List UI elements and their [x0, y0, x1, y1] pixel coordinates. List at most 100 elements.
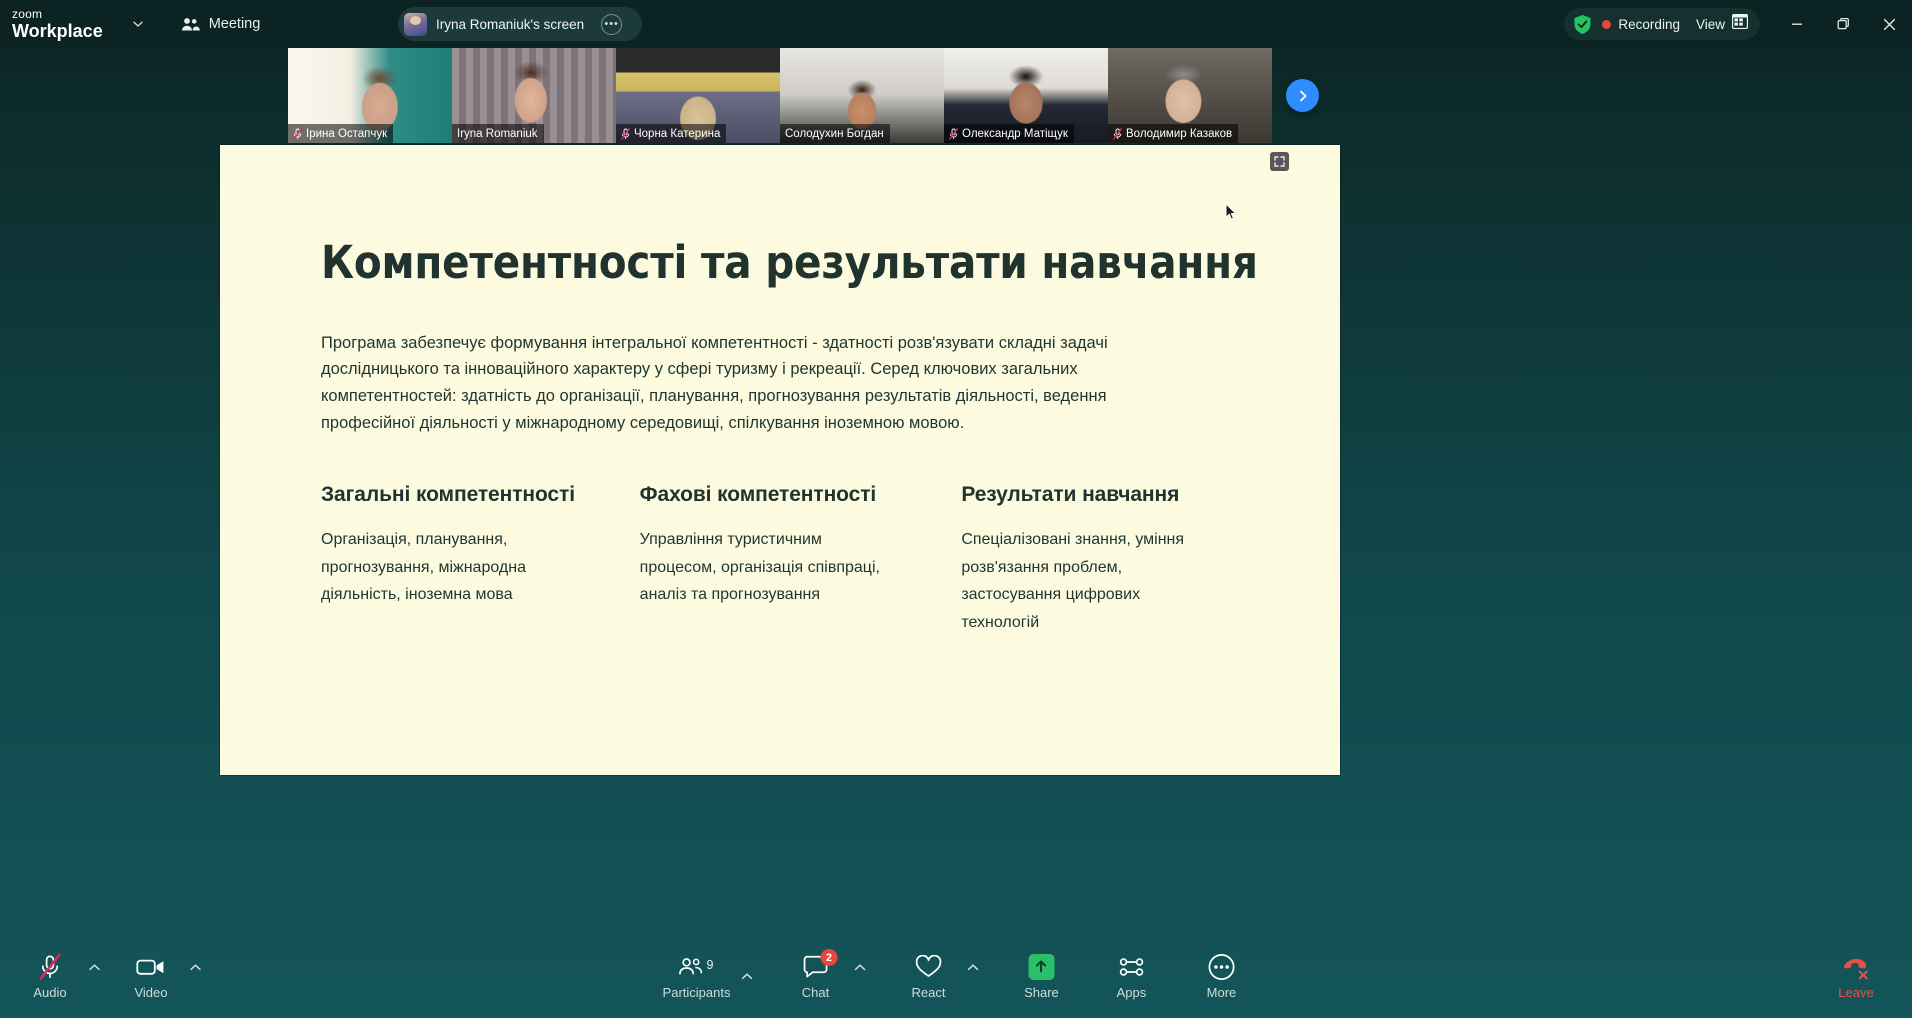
- chevron-down-icon[interactable]: [131, 17, 145, 31]
- camera-icon: [136, 953, 166, 981]
- participant-name-text: Олександр Матіщук: [962, 127, 1068, 140]
- avatar: [404, 12, 427, 36]
- more-button[interactable]: More: [1193, 953, 1249, 1000]
- chat-button[interactable]: 2 Chat: [787, 949, 843, 1000]
- presentation-slide: Компетентності та результати навчання Пр…: [321, 238, 1280, 636]
- view-button[interactable]: View: [1695, 13, 1749, 34]
- video-button[interactable]: Video: [123, 953, 179, 1000]
- minimize-icon[interactable]: [1774, 0, 1820, 48]
- participant-tile[interactable]: Олександр Матіщук: [944, 48, 1108, 143]
- slide-column-heading: Результати навчання: [961, 483, 1180, 507]
- participants-label: Participants: [662, 985, 731, 1000]
- audio-label: Audio: [33, 985, 67, 1000]
- toolbar-right-group: Leave: [1828, 935, 1884, 1018]
- svg-text:9: 9: [706, 958, 713, 972]
- brand-workplace-text: Workplace: [12, 21, 103, 41]
- zoom-meeting-window: zoom Workplace Meeting Iryna Romaniuk's …: [0, 0, 1912, 1018]
- participant-name-text: Солодухин Богдан: [785, 127, 884, 140]
- meeting-tab[interactable]: Meeting: [181, 16, 261, 32]
- participant-video-strip: Ірина Остапчук Iryna Romaniuk Чорна Катери…: [288, 48, 1272, 143]
- security-shield-icon[interactable]: [1573, 14, 1592, 35]
- participants-options-chevron-up-icon[interactable]: [740, 972, 753, 984]
- recording-indicator[interactable]: Recording: [1602, 17, 1680, 32]
- participant-name-label: Ірина Остапчук: [288, 124, 394, 143]
- participant-name-text: Чорна Катерина: [634, 127, 721, 140]
- more-dots-icon: [1207, 953, 1235, 981]
- react-button[interactable]: React: [900, 953, 956, 1000]
- shared-screen-content: Компетентності та результати навчання Пр…: [220, 145, 1340, 775]
- more-label: More: [1206, 985, 1237, 1000]
- titlebar-right-controls: Recording View: [1564, 0, 1912, 48]
- apps-button[interactable]: Apps: [1103, 953, 1159, 1000]
- audio-button[interactable]: Audio: [22, 953, 78, 1000]
- participant-tile[interactable]: Iryna Romaniuk: [452, 48, 616, 143]
- slide-column: Результати навчання Спеціалізовані знання…: [961, 483, 1280, 636]
- zoom-workplace-logo: zoom Workplace: [12, 8, 103, 40]
- slide-column-text: Спеціалізовані знання, уміння розв'язанн…: [961, 531, 1185, 631]
- video-options-chevron-up-icon[interactable]: [189, 963, 202, 975]
- participant-name-label: Iryna Romaniuk: [452, 124, 544, 143]
- microphone-muted-icon: [621, 127, 630, 140]
- participant-name-label: Солодухин Богдан: [780, 124, 890, 143]
- react-options-chevron-up-icon[interactable]: [966, 963, 979, 975]
- chat-unread-badge: 2: [820, 949, 838, 966]
- participant-name-label: Володимир Казаков: [1108, 124, 1239, 143]
- layout-grid-icon: [1731, 13, 1749, 34]
- exit-fullscreen-icon[interactable]: [1270, 152, 1289, 171]
- leave-meeting-icon: [1842, 953, 1870, 981]
- title-bar: zoom Workplace Meeting Iryna Romaniuk's …: [0, 0, 1912, 48]
- audio-options-chevron-up-icon[interactable]: [88, 963, 101, 975]
- participant-name-label: Чорна Катерина: [616, 124, 727, 143]
- leave-button[interactable]: Leave: [1828, 953, 1884, 1000]
- heart-icon: [914, 953, 942, 981]
- slide-title: Компетентності та результати навчання: [321, 236, 1258, 289]
- shared-screen-more-icon[interactable]: •••: [601, 13, 623, 35]
- video-label: Video: [134, 985, 168, 1000]
- chat-options-chevron-up-icon[interactable]: [853, 963, 866, 975]
- leave-label: Leave: [1838, 985, 1874, 1000]
- microphone-muted-icon: [37, 953, 63, 981]
- participants-icon: 9: [676, 953, 716, 981]
- slide-column-text: Управління туристичним процесом, організ…: [639, 531, 880, 604]
- slide-column-heading: Загальні компетентності: [321, 483, 575, 507]
- toolbar-left-group: Audio Video: [22, 953, 202, 1000]
- shared-screen-pill[interactable]: Iryna Romaniuk's screen •••: [398, 7, 642, 41]
- people-icon: [181, 17, 200, 32]
- close-icon[interactable]: [1866, 0, 1912, 48]
- recording-label: Recording: [1618, 16, 1680, 32]
- participant-name-label: Олександр Матіщук: [944, 124, 1074, 143]
- status-group: Recording View: [1564, 8, 1760, 40]
- participant-tile[interactable]: Ірина Остапчук: [288, 48, 452, 143]
- view-label: View: [1695, 16, 1725, 32]
- strip-next-button[interactable]: [1286, 79, 1319, 112]
- slide-column-heading: Фахові компетентності: [639, 483, 877, 507]
- brand-zoom-text: zoom: [12, 7, 43, 21]
- slide-intro-paragraph: Програма забезпечує формування інтеграль…: [321, 333, 1108, 433]
- react-label: React: [911, 985, 946, 1000]
- restore-window-icon[interactable]: [1820, 0, 1866, 48]
- share-label: Share: [1024, 985, 1059, 1000]
- recording-dot-icon: [1602, 19, 1612, 29]
- window-controls: [1774, 0, 1912, 48]
- shared-screen-label: Iryna Romaniuk's screen: [436, 16, 585, 32]
- microphone-muted-icon: [949, 127, 958, 140]
- participant-name-text: Володимир Казаков: [1126, 127, 1233, 140]
- microphone-muted-icon: [293, 127, 302, 140]
- toolbar-center-group: 9 Participants 2 Chat React Share Apps M…: [663, 949, 1250, 1000]
- meeting-tab-label: Meeting: [208, 16, 261, 32]
- participant-tile[interactable]: Чорна Катерина: [616, 48, 780, 143]
- slide-column-text: Організація, планування, прогнозування, …: [321, 531, 526, 604]
- share-screen-icon: [1028, 953, 1055, 981]
- participants-button[interactable]: 9 Participants: [663, 953, 731, 1000]
- share-button[interactable]: Share: [1013, 953, 1069, 1000]
- apps-label: Apps: [1116, 985, 1147, 1000]
- slide-column: Фахові компетентності Управління туристич…: [640, 483, 962, 636]
- participant-tile[interactable]: Солодухин Богдан: [780, 48, 944, 143]
- participant-tile[interactable]: Володимир Казаков: [1108, 48, 1272, 143]
- meeting-toolbar: Audio Video 9 Participants 2 Chat React …: [0, 935, 1912, 1018]
- apps-icon: [1116, 953, 1146, 981]
- slide-column: Загальні компетентності Організація, план…: [321, 483, 640, 636]
- chat-label: Chat: [801, 985, 830, 1000]
- slide-columns: Загальні компетентності Організація, план…: [321, 483, 1280, 636]
- participant-name-text: Ірина Остапчук: [306, 127, 388, 140]
